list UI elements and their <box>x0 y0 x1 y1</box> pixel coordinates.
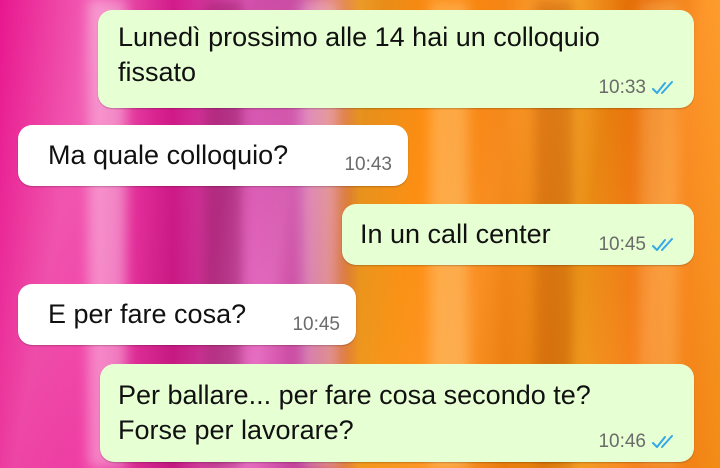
message-time: 10:33 <box>598 77 646 98</box>
message-time: 10:45 <box>292 314 340 335</box>
message-text: Per ballare... per fare cosa secondo te?… <box>118 380 591 445</box>
message-time: 10:43 <box>344 154 392 175</box>
message-time: 10:45 <box>598 234 646 255</box>
message-meta: 10:46 <box>598 431 678 453</box>
incoming-message-bubble[interactable]: E per fare cosa? 10:45 <box>18 284 356 345</box>
incoming-message-bubble[interactable]: Ma quale colloquio? 10:43 <box>18 125 408 186</box>
double-check-read-icon <box>652 238 673 251</box>
message-meta: 10:43 <box>344 154 392 176</box>
double-check-read-icon <box>652 435 673 448</box>
chat-background: Lunedì prossimo alle 14 hai un colloquio… <box>0 0 720 468</box>
outgoing-message-bubble[interactable]: In un call center 10:45 <box>342 204 694 265</box>
message-meta: 10:45 <box>598 234 678 256</box>
outgoing-message-bubble[interactable]: Lunedì prossimo alle 14 hai un colloquio… <box>98 10 694 108</box>
message-time: 10:46 <box>598 431 646 452</box>
message-text: Lunedì prossimo alle 14 hai un colloquio… <box>118 22 600 87</box>
outgoing-message-bubble[interactable]: Per ballare... per fare cosa secondo te?… <box>100 364 694 462</box>
message-meta: 10:45 <box>292 314 340 336</box>
double-check-read-icon <box>652 81 673 94</box>
message-meta: 10:33 <box>598 77 678 99</box>
